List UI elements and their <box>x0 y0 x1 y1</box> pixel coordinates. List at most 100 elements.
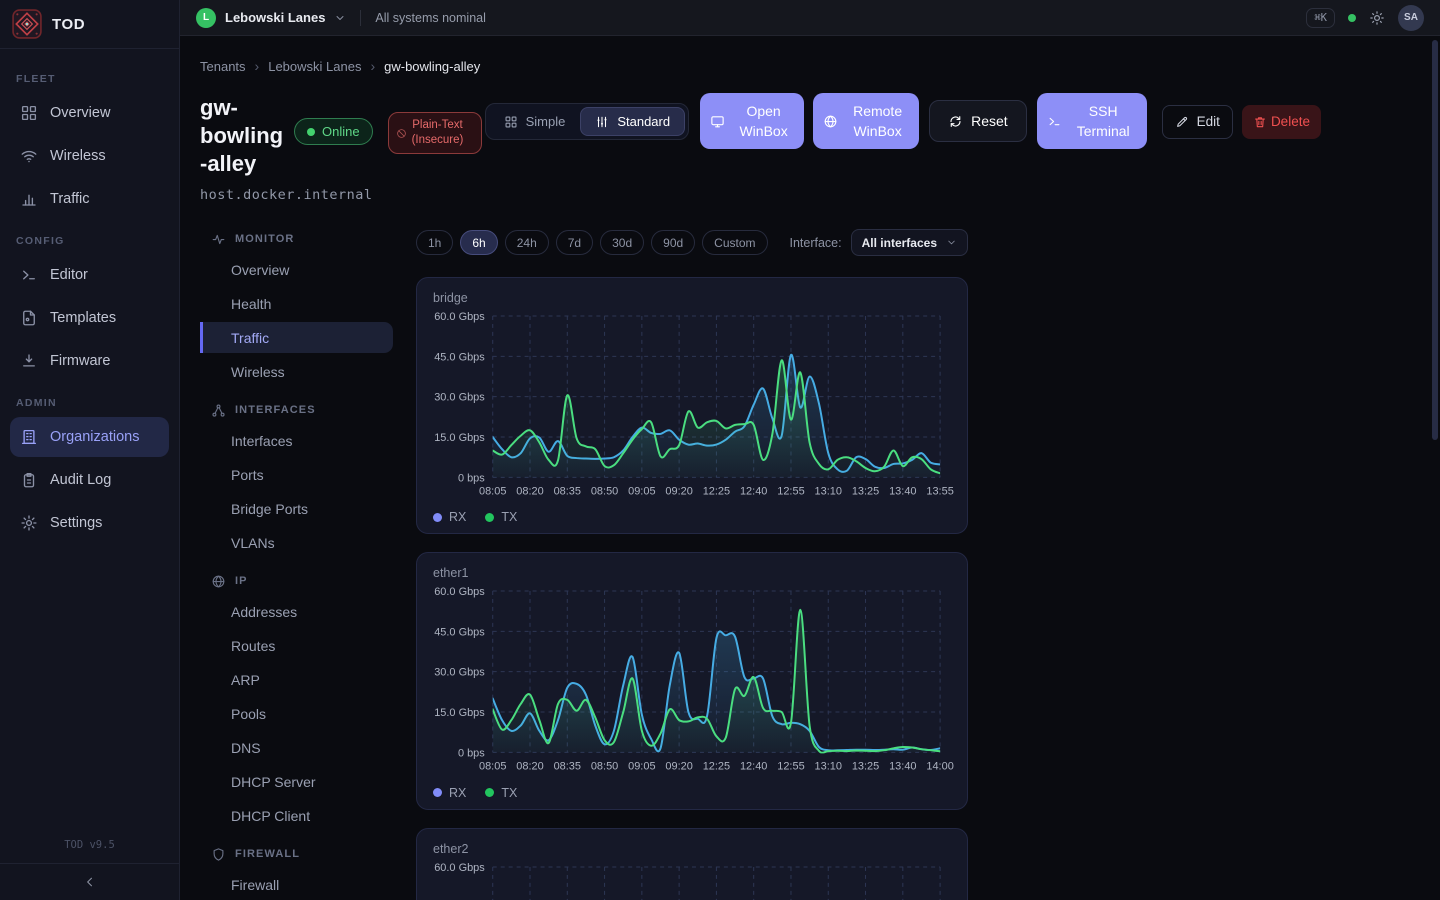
svg-text:60.0 Gbps: 60.0 Gbps <box>434 311 485 323</box>
range-7d-button[interactable]: 7d <box>556 230 593 255</box>
svg-text:13:40: 13:40 <box>889 485 916 497</box>
sidebar-item-overview[interactable]: Overview <box>10 93 169 133</box>
interface-filter: Interface: All interfaces <box>790 229 969 256</box>
sidebar-collapse-button[interactable] <box>0 863 179 900</box>
open-winbox-button[interactable]: Open WinBox <box>700 93 804 149</box>
primary-sidebar: TOD FLEETOverviewWirelessTrafficCONFIGEd… <box>0 0 180 900</box>
sidebar-item-wireless[interactable]: Wireless <box>10 136 169 176</box>
sidebar-item-templates[interactable]: Templates <box>10 298 169 338</box>
legend-item-rx[interactable]: RX <box>433 786 466 800</box>
sidebar-item-settings[interactable]: Settings <box>10 503 169 543</box>
sidebar-item-audit-log[interactable]: Audit Log <box>10 460 169 500</box>
sidebar-item-label: Templates <box>50 310 116 326</box>
view-toggle-simple[interactable]: Simple <box>489 107 581 136</box>
svg-text:12:55: 12:55 <box>777 761 804 773</box>
svg-text:08:20: 08:20 <box>516 761 543 773</box>
theme-toggle-sun-icon[interactable] <box>1369 10 1385 26</box>
globe-icon <box>823 114 838 129</box>
subnav-item-addresses[interactable]: Addresses <box>200 596 393 627</box>
subnav-item-dhcp-client[interactable]: DHCP Client <box>200 800 393 831</box>
range-30d-button[interactable]: 30d <box>600 230 644 255</box>
chart-card-bridge: bridge60.0 Gbps45.0 Gbps30.0 Gbps15.0 Gb… <box>416 277 968 534</box>
sidebar-section-admin: ADMIN <box>16 397 163 409</box>
subnav-item-vlans[interactable]: VLANs <box>200 527 393 558</box>
wifi-icon <box>20 147 38 165</box>
view-toggle-label: Simple <box>526 114 566 129</box>
reset-button[interactable]: Reset <box>929 100 1027 142</box>
file-icon <box>20 309 38 327</box>
subnav-item-firewall[interactable]: Firewall <box>200 869 393 900</box>
chart-plot: 60.0 Gbps45.0 Gbps30.0 Gbps15.0 Gbps0 bp… <box>417 308 967 505</box>
view-mode-toggle: Simple Standard <box>485 103 690 140</box>
chart-title: ether2 <box>433 842 967 856</box>
app-logo-icon <box>12 9 42 39</box>
subnav-item-routes[interactable]: Routes <box>200 630 393 661</box>
range-90d-button[interactable]: 90d <box>651 230 695 255</box>
tenant-switcher[interactable]: L Lebowski Lanes <box>196 8 346 28</box>
button-label: Remote WinBox <box>846 101 909 142</box>
range-1h-button[interactable]: 1h <box>416 230 453 255</box>
range-custom-button[interactable]: Custom <box>702 230 767 255</box>
svg-text:60.0 Gbps: 60.0 Gbps <box>434 586 485 598</box>
svg-text:09:05: 09:05 <box>628 761 655 773</box>
subnav-item-bridge-ports[interactable]: Bridge Ports <box>200 493 393 524</box>
sidebar-item-editor[interactable]: Editor <box>10 255 169 295</box>
legend-dot-icon <box>485 513 494 522</box>
sidebar-item-traffic[interactable]: Traffic <box>10 179 169 219</box>
subnav-item-wireless[interactable]: Wireless <box>200 356 393 387</box>
svg-text:13:10: 13:10 <box>815 485 842 497</box>
svg-text:13:10: 13:10 <box>815 761 842 773</box>
legend-item-rx[interactable]: RX <box>433 510 466 524</box>
charts-column: 1h 6h 24h 7d 30d 90d Custom Interface: All int… <box>416 216 968 900</box>
subnav-item-health[interactable]: Health <box>200 288 393 319</box>
vertical-scrollbar[interactable] <box>1432 40 1438 440</box>
svg-text:15.0 Gbps: 15.0 Gbps <box>434 432 485 444</box>
sidebar-item-label: Settings <box>50 515 102 531</box>
sidebar-item-label: Wireless <box>50 148 106 164</box>
interface-select[interactable]: All interfaces <box>851 229 968 256</box>
ssh-terminal-button[interactable]: SSH Terminal <box>1037 93 1147 149</box>
delete-button[interactable]: Delete <box>1242 105 1321 139</box>
svg-text:45.0 Gbps: 45.0 Gbps <box>434 627 485 639</box>
chart-controls: 1h 6h 24h 7d 30d 90d Custom Interface: All int… <box>416 229 968 256</box>
app-root: TOD FLEETOverviewWirelessTrafficCONFIGEd… <box>0 0 1440 900</box>
legend-item-tx[interactable]: TX <box>485 510 517 524</box>
subnav-item-overview[interactable]: Overview <box>200 254 393 285</box>
svg-text:12:25: 12:25 <box>703 761 730 773</box>
sidebar-item-label: Firmware <box>50 353 110 369</box>
subnav-item-arp[interactable]: ARP <box>200 664 393 695</box>
svg-text:09:20: 09:20 <box>665 761 692 773</box>
building-icon <box>20 428 38 446</box>
view-toggle-standard[interactable]: Standard <box>580 107 685 136</box>
subnav-item-ports[interactable]: Ports <box>200 459 393 490</box>
svg-text:08:50: 08:50 <box>591 761 618 773</box>
subnav-item-dns[interactable]: DNS <box>200 732 393 763</box>
sidebar-section-config: CONFIG <box>16 235 163 247</box>
remote-winbox-button[interactable]: Remote WinBox <box>813 93 919 149</box>
chart-card-ether1: ether160.0 Gbps45.0 Gbps30.0 Gbps15.0 Gb… <box>416 552 968 809</box>
subnav-section-interfaces: INTERFACES <box>200 398 393 422</box>
svg-text:13:25: 13:25 <box>852 485 879 497</box>
subnav-item-interfaces[interactable]: Interfaces <box>200 425 393 456</box>
user-avatar[interactable]: SA <box>1398 5 1424 31</box>
legend-item-tx[interactable]: TX <box>485 786 517 800</box>
range-24h-button[interactable]: 24h <box>505 230 549 255</box>
breadcrumb-item-lebowski-lanes[interactable]: Lebowski Lanes <box>268 59 361 74</box>
subnav-item-pools[interactable]: Pools <box>200 698 393 729</box>
subnav-item-dhcp-server[interactable]: DHCP Server <box>200 766 393 797</box>
button-label: Open WinBox <box>733 101 794 142</box>
trash-icon <box>1253 115 1267 129</box>
device-header: gw-bowling-alley Online Plain-Text (Inse… <box>200 92 1440 178</box>
insecure-warning-badge: Plain-Text (Insecure) <box>388 112 482 154</box>
bar-chart-icon <box>20 190 38 208</box>
sidebar-item-organizations[interactable]: Organizations <box>10 417 169 457</box>
command-palette-shortcut[interactable]: ⌘K <box>1306 8 1335 28</box>
header-actions: Open WinBox Remote WinBox ResetSSH Termina… <box>689 92 1321 149</box>
subnav-item-traffic[interactable]: Traffic <box>200 322 393 353</box>
breadcrumb-item-tenants[interactable]: Tenants <box>200 59 246 74</box>
clipboard-icon <box>20 471 38 489</box>
sidebar-item-firmware[interactable]: Firmware <box>10 341 169 381</box>
download-icon <box>20 352 38 370</box>
range-6h-button[interactable]: 6h <box>460 230 497 255</box>
edit-button[interactable]: Edit <box>1162 105 1233 139</box>
